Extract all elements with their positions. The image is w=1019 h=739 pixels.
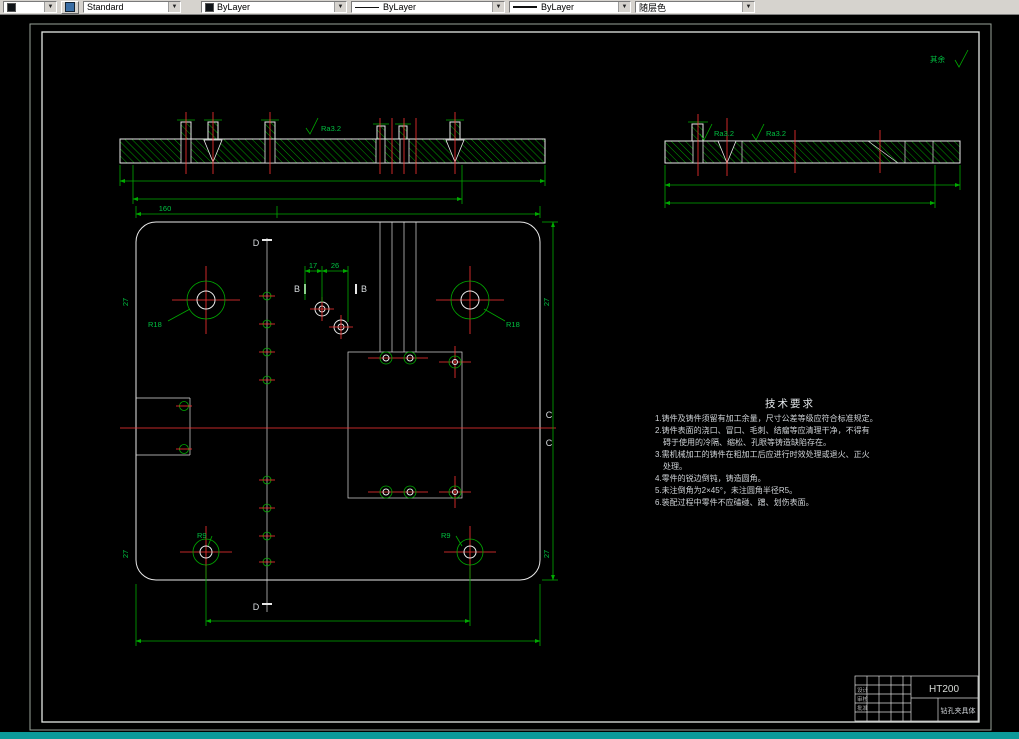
tech-req-line: 处理。 (663, 461, 687, 471)
tech-req-line: 4.零件的锐边倒钝，铸造圆角。 (655, 473, 766, 483)
chevron-down-icon[interactable]: ▼ (44, 2, 56, 12)
radius-label: R9 (197, 531, 207, 540)
color-combo[interactable]: ByLayer ▼ (201, 1, 347, 13)
lineweight-icon (513, 6, 537, 8)
material-label: HT200 (929, 684, 959, 695)
chevron-down-icon[interactable]: ▼ (618, 2, 630, 12)
rest-label: 其余 (930, 54, 945, 64)
titleblock-row-label: 审核 (857, 695, 869, 703)
title-block: HT200 钻孔夹具体 设计 审核 批准 (854, 675, 979, 722)
left-notch (136, 397, 192, 456)
dim-26: 26 (331, 261, 339, 270)
properties-toolbar: ▼ Standard ▼ ByLayer ▼ ByLayer ▼ ByLayer… (0, 0, 1019, 15)
tech-req-title: 技术要求 (765, 397, 815, 410)
technical-requirements: 技术要求 1.铸件及铸件须留有加工余量，尺寸公差等级应符合标准规定。 2.铸件表… (655, 397, 878, 507)
titleblock-row-label: 批准 (857, 704, 869, 712)
layer-icon (7, 2, 16, 12)
tech-req-line: 5.未注倒角为2×45°，未注圆角半径R5。 (655, 485, 797, 495)
dim-160: 160 (159, 204, 172, 213)
linetype-icon (355, 6, 379, 8)
dim-17: 17 (309, 261, 317, 270)
section-dd-line: D D (253, 238, 275, 612)
surface-finish-label: Ra3.2 (714, 129, 734, 138)
dim-27: 27 (542, 550, 551, 558)
section-b-label: B (294, 284, 300, 294)
section-b-label: B (361, 284, 367, 294)
radius-label: R18 (506, 320, 520, 329)
style-manager-icon (65, 2, 75, 12)
radius-label: R9 (441, 531, 451, 540)
plan-view: R18 R18 R9 R9 27 27 27 27 B B 17 26 D D … (120, 204, 558, 646)
style-manager-button[interactable] (61, 0, 79, 14)
tech-req-line: 6.装配过程中零件不应磕碰、蹭、划伤表面。 (655, 497, 814, 507)
section-d-label: D (253, 238, 260, 248)
surface-finish-icon (305, 117, 319, 135)
section-view-right: Ra3.2 Ra3.2 (664, 114, 961, 208)
titleblock-row-label: 设计 (857, 686, 869, 694)
central-cavity (347, 222, 471, 508)
lineweight-value: ByLayer (541, 2, 575, 12)
radius-label: R18 (148, 320, 162, 329)
cad-drawing-canvas[interactable]: 其余 Ra3.2 Ra3.2 Ra3.2 R18 R18 R9 R9 27 27… (0, 0, 1019, 739)
tech-req-line: 碍于使用的冷隔、缩松、孔眼等铸造缺陷存在。 (663, 437, 831, 447)
sheet-frame (29, 23, 992, 731)
plotstyle-combo[interactable]: 随层色 ▼ (635, 1, 755, 13)
layer-combo[interactable]: ▼ (3, 1, 57, 13)
dim-27: 27 (542, 298, 551, 306)
surface-finish-label: Ra3.2 (766, 129, 786, 138)
chevron-down-icon[interactable]: ▼ (168, 2, 180, 12)
dim-27: 27 (121, 298, 130, 306)
dim-27: 27 (121, 550, 130, 558)
corner-bore-feature (435, 265, 505, 335)
corner-bore-feature (171, 265, 241, 335)
rest-finish-note: 其余 (930, 49, 969, 68)
tech-req-line: 3.需机械加工的铸件在粗加工后应进行时效处理或退火、正火 (655, 449, 870, 459)
surface-finish-icon (751, 123, 765, 141)
surface-finish-label: Ra3.2 (321, 124, 341, 133)
part-name-label: 钻孔夹具体 (941, 706, 976, 715)
lineweight-combo[interactable]: ByLayer ▼ (509, 1, 631, 13)
color-swatch-icon (205, 2, 214, 12)
linetype-combo[interactable]: ByLayer ▼ (351, 1, 505, 13)
section-d-label: D (253, 602, 260, 612)
cad-application-window: ▼ Standard ▼ ByLayer ▼ ByLayer ▼ ByLayer… (0, 0, 1019, 739)
tech-req-line: 2.铸件表面的浇口、冒口、毛刺、结瘤等应清理干净，不得有 (655, 425, 870, 435)
chevron-down-icon[interactable]: ▼ (492, 2, 504, 12)
section-c-label: C (546, 410, 553, 420)
section-bb-feature: B B 17 26 (294, 261, 367, 339)
section-view-left: Ra3.2 (119, 112, 546, 204)
text-style-value: Standard (87, 2, 124, 12)
color-value: ByLayer (217, 2, 251, 12)
chevron-down-icon[interactable]: ▼ (742, 2, 754, 12)
tech-req-line: 1.铸件及铸件须留有加工余量，尺寸公差等级应符合标准规定。 (655, 413, 878, 423)
status-strip (0, 732, 1019, 739)
plotstyle-value: 随层色 (639, 2, 667, 13)
text-style-combo[interactable]: Standard ▼ (83, 1, 181, 13)
surface-finish-icon (954, 49, 969, 68)
chevron-down-icon[interactable]: ▼ (334, 2, 346, 12)
linetype-value: ByLayer (383, 2, 417, 12)
section-c-label: C (546, 438, 553, 448)
